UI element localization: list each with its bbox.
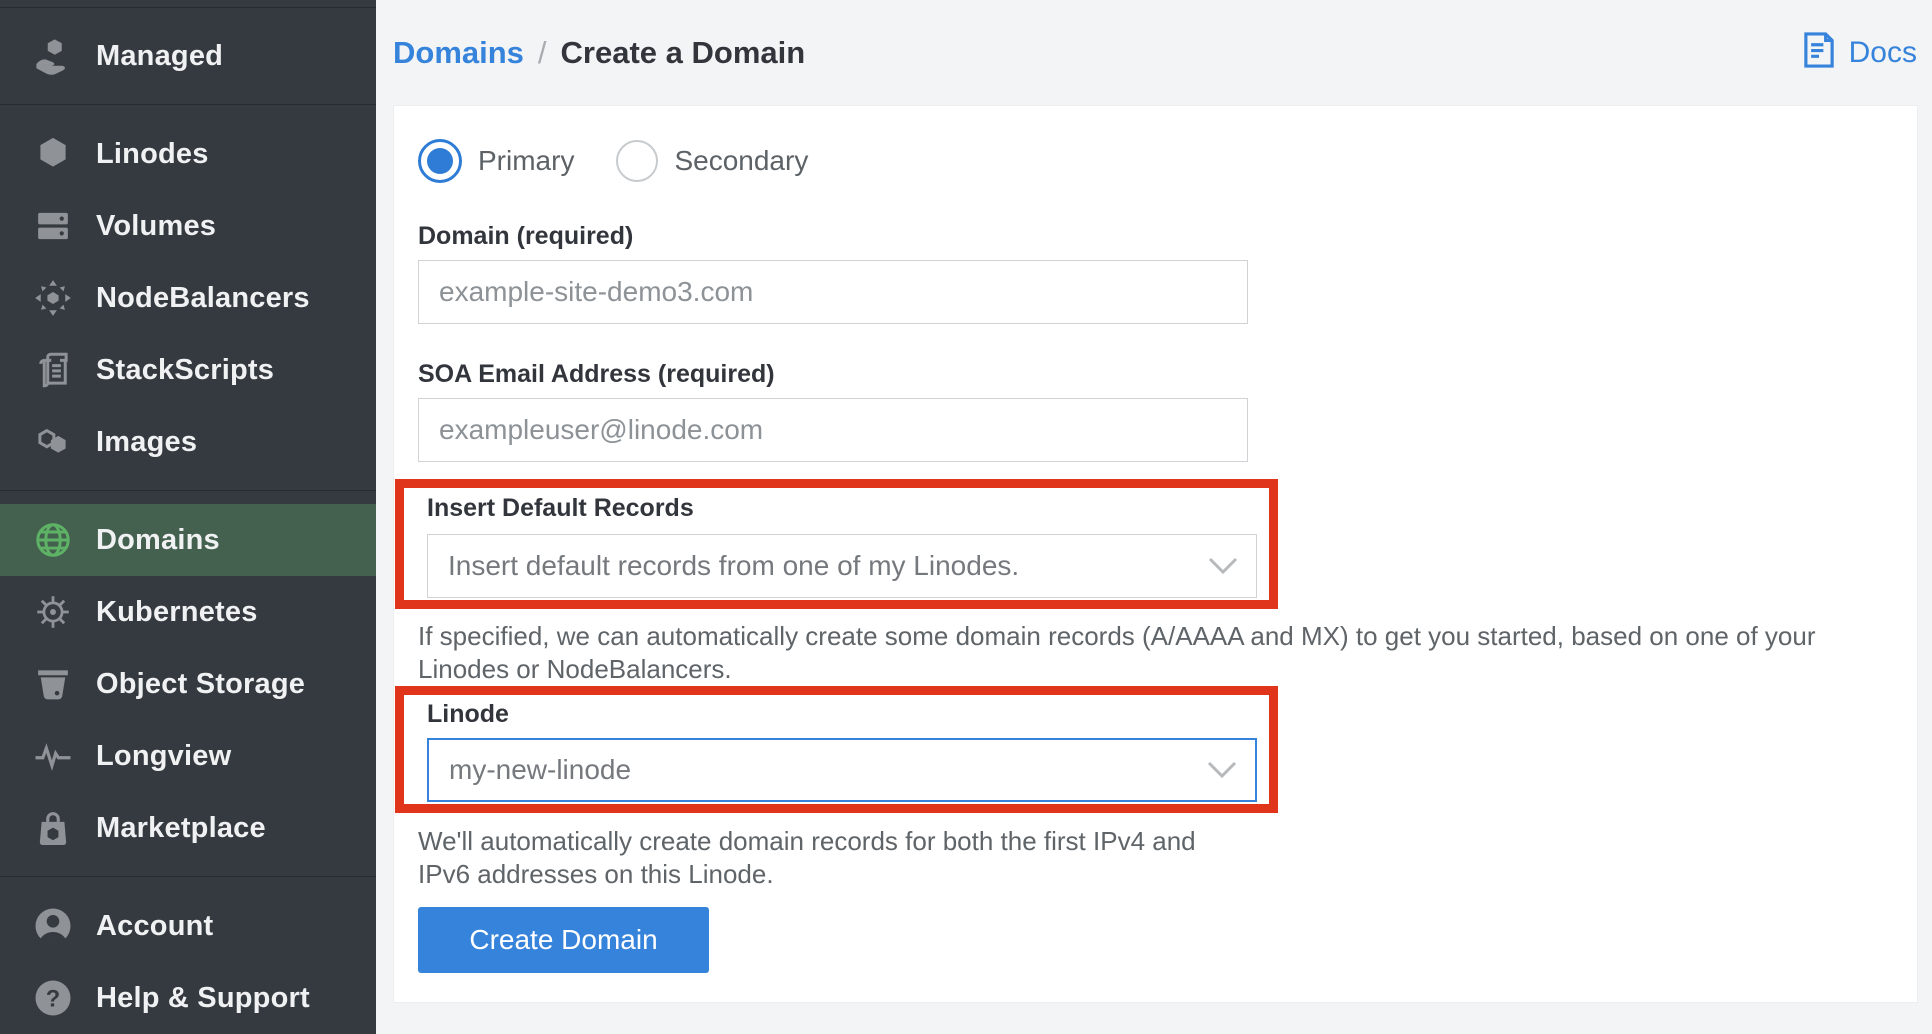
domain-field-label: Domain (required) bbox=[418, 222, 1917, 251]
annotation-box-insert-default-records: Insert Default Records Insert default re… bbox=[395, 479, 1278, 609]
linodes-icon bbox=[30, 131, 76, 177]
sidebar-item-label: Linodes bbox=[96, 138, 209, 171]
sidebar-top-divider bbox=[0, 0, 376, 8]
sidebar-item-linodes[interactable]: Linodes bbox=[0, 118, 376, 190]
sidebar-item-nodebalancers[interactable]: NodeBalancers bbox=[0, 262, 376, 334]
images-icon bbox=[30, 419, 76, 465]
nodebalancers-icon bbox=[30, 275, 76, 321]
sidebar-item-marketplace[interactable]: Marketplace bbox=[0, 792, 376, 864]
sidebar-item-label: Volumes bbox=[96, 210, 216, 243]
radio-secondary[interactable]: Secondary bbox=[616, 140, 808, 182]
radio-label: Primary bbox=[478, 145, 574, 177]
sidebar-item-label: Kubernetes bbox=[96, 596, 258, 629]
insert-default-records-select[interactable]: Insert default records from one of my Li… bbox=[427, 534, 1257, 598]
account-icon bbox=[30, 903, 76, 949]
managed-icon bbox=[30, 33, 76, 79]
linode-field-label: Linode bbox=[427, 700, 1257, 729]
create-domain-card: Primary Secondary Domain (required) SOA … bbox=[393, 105, 1918, 1003]
soa-email-input[interactable] bbox=[418, 398, 1248, 462]
sidebar-item-label: Managed bbox=[96, 40, 223, 73]
sidebar-item-managed[interactable]: Managed bbox=[0, 8, 376, 104]
bucket-icon bbox=[30, 661, 76, 707]
main-content: Domains / Create a Domain Docs Primary S… bbox=[376, 0, 1932, 1034]
selected-option: Insert default records from one of my Li… bbox=[448, 550, 1019, 582]
radio-unselected-icon[interactable] bbox=[616, 140, 658, 182]
sidebar-item-object-storage[interactable]: Object Storage bbox=[0, 648, 376, 720]
shopping-bag-icon bbox=[30, 805, 76, 851]
domain-type-radio-group: Primary Secondary bbox=[418, 136, 1917, 186]
pulse-icon bbox=[30, 733, 76, 779]
sidebar-item-label: Object Storage bbox=[96, 668, 305, 701]
breadcrumb-domains-link[interactable]: Domains bbox=[393, 35, 524, 71]
sidebar-item-stackscripts[interactable]: StackScripts bbox=[0, 334, 376, 406]
annotation-box-linode: Linode my-new-linode bbox=[395, 686, 1278, 813]
sidebar-item-label: Longview bbox=[96, 740, 231, 773]
sidebar-item-kubernetes[interactable]: Kubernetes bbox=[0, 576, 376, 648]
chevron-down-icon bbox=[1208, 557, 1238, 575]
svg-text:?: ? bbox=[46, 986, 60, 1012]
sidebar-item-label: Help & Support bbox=[96, 982, 310, 1015]
create-domain-button[interactable]: Create Domain bbox=[418, 907, 709, 973]
sidebar-item-label: StackScripts bbox=[96, 354, 274, 387]
sidebar-item-label: Account bbox=[96, 910, 213, 943]
soa-email-field-label: SOA Email Address (required) bbox=[418, 360, 1917, 389]
sidebar-item-domains[interactable]: Domains bbox=[0, 504, 376, 576]
sidebar: Managed Linodes Volumes NodeBalancers bbox=[0, 0, 376, 1034]
sidebar-item-volumes[interactable]: Volumes bbox=[0, 190, 376, 262]
radio-selected-icon[interactable] bbox=[418, 139, 462, 183]
selected-option: my-new-linode bbox=[449, 754, 631, 786]
breadcrumb: Domains / Create a Domain bbox=[393, 35, 805, 71]
insert-default-records-label: Insert Default Records bbox=[427, 494, 1257, 523]
sidebar-item-longview[interactable]: Longview bbox=[0, 720, 376, 792]
docs-link[interactable]: Docs bbox=[1798, 29, 1917, 76]
chevron-down-icon bbox=[1207, 761, 1237, 779]
globe-icon bbox=[30, 517, 76, 563]
page-title: Create a Domain bbox=[561, 35, 806, 71]
docs-label: Docs bbox=[1849, 36, 1917, 70]
sidebar-item-account[interactable]: Account bbox=[0, 890, 376, 962]
linode-help-text: We'll automatically create domain record… bbox=[418, 825, 1238, 891]
page-header: Domains / Create a Domain Docs bbox=[376, 0, 1932, 105]
volumes-icon bbox=[30, 203, 76, 249]
domain-input[interactable] bbox=[418, 260, 1248, 324]
sidebar-item-label: NodeBalancers bbox=[96, 282, 310, 315]
linode-select[interactable]: my-new-linode bbox=[427, 738, 1257, 802]
kubernetes-icon bbox=[30, 589, 76, 635]
sidebar-item-label: Images bbox=[96, 426, 197, 459]
radio-label: Secondary bbox=[674, 145, 808, 177]
sidebar-item-label: Domains bbox=[96, 524, 220, 557]
breadcrumb-separator: / bbox=[538, 35, 547, 71]
question-mark-icon: ? bbox=[30, 975, 76, 1021]
radio-primary[interactable]: Primary bbox=[418, 139, 574, 183]
document-icon bbox=[1798, 29, 1849, 76]
sidebar-item-images[interactable]: Images bbox=[0, 406, 376, 478]
sidebar-item-label: Marketplace bbox=[96, 812, 266, 845]
insert-default-records-help-text: If specified, we can automatically creat… bbox=[418, 620, 1898, 686]
stackscripts-icon bbox=[30, 347, 76, 393]
sidebar-item-help-support[interactable]: ? Help & Support bbox=[0, 962, 376, 1034]
